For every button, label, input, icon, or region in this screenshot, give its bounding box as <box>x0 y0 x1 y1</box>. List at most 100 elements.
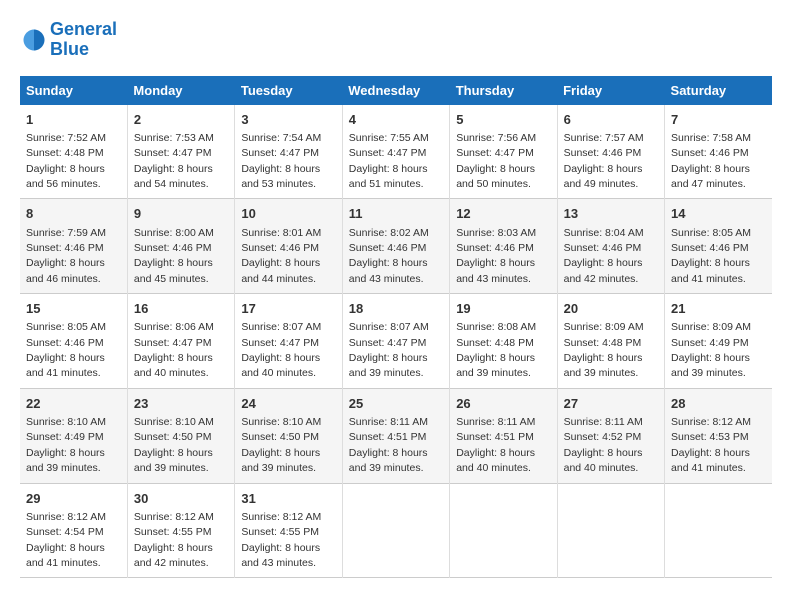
sunrise-text: Sunrise: 8:09 AM <box>671 321 751 333</box>
daylight-text: Daylight: 8 hours and 53 minutes. <box>241 163 320 190</box>
day-number: 6 <box>564 111 658 129</box>
daylight-text: Daylight: 8 hours and 39 minutes. <box>134 447 213 474</box>
day-number: 1 <box>26 111 121 129</box>
header-tuesday: Tuesday <box>235 76 342 105</box>
sunset-text: Sunset: 4:51 PM <box>349 431 427 443</box>
day-number: 12 <box>456 205 550 223</box>
calendar-cell: 10 Sunrise: 8:01 AM Sunset: 4:46 PM Dayl… <box>235 199 342 294</box>
calendar-cell: 8 Sunrise: 7:59 AM Sunset: 4:46 PM Dayli… <box>20 199 127 294</box>
sunset-text: Sunset: 4:49 PM <box>671 337 749 349</box>
daylight-text: Daylight: 8 hours and 39 minutes. <box>671 352 750 379</box>
daylight-text: Daylight: 8 hours and 41 minutes. <box>671 447 750 474</box>
sunset-text: Sunset: 4:54 PM <box>26 526 104 538</box>
sunrise-text: Sunrise: 8:10 AM <box>134 416 214 428</box>
daylight-text: Daylight: 8 hours and 46 minutes. <box>26 257 105 284</box>
daylight-text: Daylight: 8 hours and 41 minutes. <box>26 352 105 379</box>
calendar-cell: 26 Sunrise: 8:11 AM Sunset: 4:51 PM Dayl… <box>450 388 557 483</box>
sunset-text: Sunset: 4:46 PM <box>26 337 104 349</box>
day-number: 27 <box>564 395 658 413</box>
daylight-text: Daylight: 8 hours and 42 minutes. <box>564 257 643 284</box>
calendar-cell <box>342 483 449 578</box>
calendar-cell: 20 Sunrise: 8:09 AM Sunset: 4:48 PM Dayl… <box>557 294 664 389</box>
calendar-cell: 15 Sunrise: 8:05 AM Sunset: 4:46 PM Dayl… <box>20 294 127 389</box>
day-number: 30 <box>134 490 228 508</box>
sunset-text: Sunset: 4:52 PM <box>564 431 642 443</box>
day-number: 28 <box>671 395 766 413</box>
day-number: 13 <box>564 205 658 223</box>
sunset-text: Sunset: 4:47 PM <box>456 147 534 159</box>
calendar-cell: 5 Sunrise: 7:56 AM Sunset: 4:47 PM Dayli… <box>450 105 557 199</box>
day-number: 2 <box>134 111 228 129</box>
sunset-text: Sunset: 4:46 PM <box>26 242 104 254</box>
calendar-week-1: 1 Sunrise: 7:52 AM Sunset: 4:48 PM Dayli… <box>20 105 772 199</box>
day-number: 10 <box>241 205 335 223</box>
header-sunday: Sunday <box>20 76 127 105</box>
logo-text-line2: Blue <box>50 40 117 60</box>
day-number: 3 <box>241 111 335 129</box>
calendar-cell: 16 Sunrise: 8:06 AM Sunset: 4:47 PM Dayl… <box>127 294 234 389</box>
calendar-cell <box>450 483 557 578</box>
sunrise-text: Sunrise: 8:02 AM <box>349 227 429 239</box>
sunrise-text: Sunrise: 8:12 AM <box>671 416 751 428</box>
header-saturday: Saturday <box>665 76 772 105</box>
calendar-cell: 23 Sunrise: 8:10 AM Sunset: 4:50 PM Dayl… <box>127 388 234 483</box>
calendar-week-5: 29 Sunrise: 8:12 AM Sunset: 4:54 PM Dayl… <box>20 483 772 578</box>
day-number: 18 <box>349 300 443 318</box>
day-number: 22 <box>26 395 121 413</box>
sunrise-text: Sunrise: 7:54 AM <box>241 132 321 144</box>
sunrise-text: Sunrise: 7:55 AM <box>349 132 429 144</box>
day-number: 31 <box>241 490 335 508</box>
daylight-text: Daylight: 8 hours and 47 minutes. <box>671 163 750 190</box>
calendar-week-4: 22 Sunrise: 8:10 AM Sunset: 4:49 PM Dayl… <box>20 388 772 483</box>
daylight-text: Daylight: 8 hours and 40 minutes. <box>456 447 535 474</box>
daylight-text: Daylight: 8 hours and 39 minutes. <box>241 447 320 474</box>
day-number: 4 <box>349 111 443 129</box>
day-number: 25 <box>349 395 443 413</box>
calendar-cell: 29 Sunrise: 8:12 AM Sunset: 4:54 PM Dayl… <box>20 483 127 578</box>
sunrise-text: Sunrise: 8:07 AM <box>241 321 321 333</box>
sunrise-text: Sunrise: 7:52 AM <box>26 132 106 144</box>
day-number: 8 <box>26 205 121 223</box>
day-number: 19 <box>456 300 550 318</box>
sunset-text: Sunset: 4:47 PM <box>134 337 212 349</box>
sunrise-text: Sunrise: 8:09 AM <box>564 321 644 333</box>
daylight-text: Daylight: 8 hours and 39 minutes. <box>26 447 105 474</box>
sunrise-text: Sunrise: 8:10 AM <box>241 416 321 428</box>
sunset-text: Sunset: 4:49 PM <box>26 431 104 443</box>
day-number: 14 <box>671 205 766 223</box>
calendar-cell: 27 Sunrise: 8:11 AM Sunset: 4:52 PM Dayl… <box>557 388 664 483</box>
calendar-cell: 28 Sunrise: 8:12 AM Sunset: 4:53 PM Dayl… <box>665 388 772 483</box>
sunrise-text: Sunrise: 8:06 AM <box>134 321 214 333</box>
sunset-text: Sunset: 4:47 PM <box>241 147 319 159</box>
sunset-text: Sunset: 4:47 PM <box>134 147 212 159</box>
calendar-cell: 22 Sunrise: 8:10 AM Sunset: 4:49 PM Dayl… <box>20 388 127 483</box>
daylight-text: Daylight: 8 hours and 39 minutes. <box>349 352 428 379</box>
sunrise-text: Sunrise: 8:11 AM <box>349 416 428 428</box>
sunset-text: Sunset: 4:48 PM <box>456 337 534 349</box>
sunset-text: Sunset: 4:46 PM <box>456 242 534 254</box>
calendar-cell: 14 Sunrise: 8:05 AM Sunset: 4:46 PM Dayl… <box>665 199 772 294</box>
day-number: 11 <box>349 205 443 223</box>
sunset-text: Sunset: 4:55 PM <box>134 526 212 538</box>
daylight-text: Daylight: 8 hours and 43 minutes. <box>456 257 535 284</box>
logo: General Blue <box>20 20 117 60</box>
calendar-cell: 18 Sunrise: 8:07 AM Sunset: 4:47 PM Dayl… <box>342 294 449 389</box>
sunset-text: Sunset: 4:46 PM <box>564 242 642 254</box>
sunset-text: Sunset: 4:50 PM <box>241 431 319 443</box>
day-number: 29 <box>26 490 121 508</box>
calendar-cell: 25 Sunrise: 8:11 AM Sunset: 4:51 PM Dayl… <box>342 388 449 483</box>
sunset-text: Sunset: 4:46 PM <box>564 147 642 159</box>
daylight-text: Daylight: 8 hours and 49 minutes. <box>564 163 643 190</box>
daylight-text: Daylight: 8 hours and 39 minutes. <box>456 352 535 379</box>
daylight-text: Daylight: 8 hours and 56 minutes. <box>26 163 105 190</box>
sunset-text: Sunset: 4:48 PM <box>564 337 642 349</box>
sunrise-text: Sunrise: 8:12 AM <box>241 511 321 523</box>
sunrise-text: Sunrise: 8:12 AM <box>26 511 106 523</box>
daylight-text: Daylight: 8 hours and 43 minutes. <box>349 257 428 284</box>
calendar-cell: 2 Sunrise: 7:53 AM Sunset: 4:47 PM Dayli… <box>127 105 234 199</box>
sunset-text: Sunset: 4:46 PM <box>241 242 319 254</box>
daylight-text: Daylight: 8 hours and 45 minutes. <box>134 257 213 284</box>
day-number: 5 <box>456 111 550 129</box>
sunrise-text: Sunrise: 7:59 AM <box>26 227 106 239</box>
sunrise-text: Sunrise: 7:58 AM <box>671 132 751 144</box>
